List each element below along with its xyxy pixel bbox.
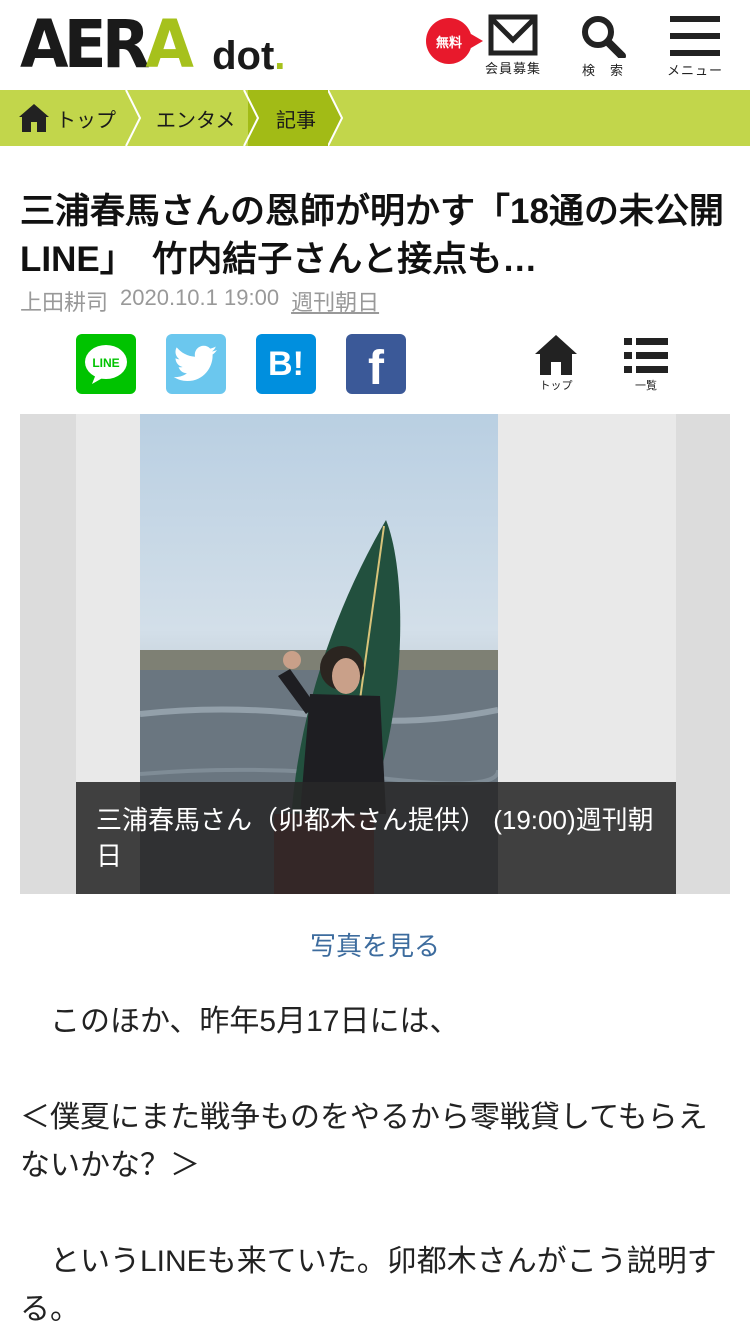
article-paragraph: というLINEも来ていた。卯都木さんがこう説明する。	[20, 1245, 717, 1326]
member-label: 会員募集	[484, 61, 541, 76]
breadcrumb-article-label: 記事	[276, 109, 316, 132]
article-photo-frame: 三浦春馬さん（卯都木さん提供） (19:00)週刊朝日	[20, 414, 730, 894]
nav-list-label: 一覧	[635, 380, 657, 392]
line-icon: LINE	[85, 345, 127, 384]
free-badge[interactable]: 無料	[426, 18, 483, 64]
site-header: AERA dot. 無料 会員募集 検 索 メニュー	[0, 0, 750, 90]
member-signup-button[interactable]: 会員募集	[482, 14, 544, 77]
article-title: 三浦春馬さんの恩師が明かす「18通の未公開LINE」 竹内結子さんと接点も…	[20, 192, 724, 279]
menu-button[interactable]: メニュー	[664, 14, 726, 79]
breadcrumb-separator-icon	[328, 90, 344, 146]
share-line-button[interactable]: LINE	[76, 334, 136, 394]
article-date: 2020.10.1 19:00	[120, 285, 280, 310]
breadcrumb-top[interactable]: トップ	[18, 90, 116, 146]
breadcrumb-entame[interactable]: エンタメ	[156, 90, 235, 146]
article-paragraph: このほか、昨年5月17日には、	[20, 1005, 460, 1038]
article-author: 上田耕司	[20, 290, 109, 315]
hamburger-icon	[670, 16, 720, 56]
article-meta: 上田耕司 2020.10.1 19:00 週刊朝日	[20, 285, 379, 317]
breadcrumb-separator-icon	[243, 90, 260, 146]
search-button[interactable]: 検 索	[572, 14, 634, 79]
article-paragraph: ＜僕夏にまた戦争ものをやるから零戦貸してもらえないかな？＞	[20, 1101, 708, 1182]
menu-label: メニュー	[666, 63, 723, 78]
search-label: 検 索	[581, 63, 624, 78]
breadcrumb-entame-label: エンタメ	[156, 109, 236, 132]
nav-list-button[interactable]: 一覧	[616, 334, 676, 393]
logo-dot: dot.	[212, 34, 286, 78]
share-hatena-button[interactable]: B!	[256, 334, 316, 394]
home-icon	[535, 335, 577, 375]
view-photos-link[interactable]: 写真を見る	[0, 926, 750, 963]
site-logo[interactable]: AERA dot.	[20, 6, 286, 83]
article-source-link[interactable]: 週刊朝日	[291, 285, 379, 317]
breadcrumb-separator-icon	[125, 90, 142, 146]
breadcrumb-top-label: トップ	[56, 109, 116, 132]
mail-icon	[488, 14, 538, 56]
home-icon	[19, 104, 49, 132]
list-icon	[624, 338, 668, 373]
photo-caption: 三浦春馬さん（卯都木さん提供） (19:00)週刊朝日	[76, 782, 676, 894]
svg-text:LINE: LINE	[92, 356, 119, 370]
facebook-icon: f	[368, 341, 384, 395]
nav-top-label: トップ	[539, 380, 573, 392]
search-icon	[582, 16, 626, 58]
share-facebook-button[interactable]: f	[346, 334, 406, 395]
twitter-bird-icon	[173, 345, 217, 381]
breadcrumb: トップ エンタメ 記事	[0, 90, 750, 146]
breadcrumb-article: 記事	[276, 90, 316, 146]
logo-aera: AERA	[20, 6, 194, 83]
hatena-bookmark-icon: B!	[268, 344, 304, 383]
nav-top-button[interactable]: トップ	[526, 334, 586, 393]
share-twitter-button[interactable]	[166, 334, 226, 394]
